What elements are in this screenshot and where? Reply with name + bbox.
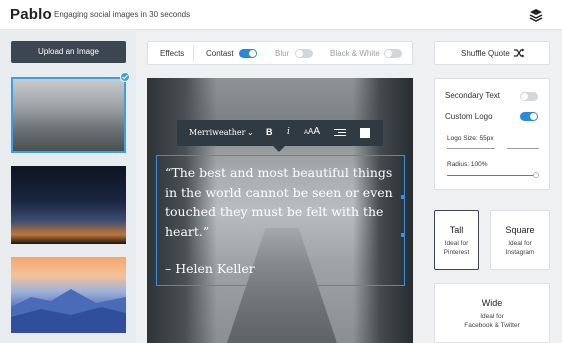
size-tall-title: Tall [449, 225, 464, 235]
logo-size-slider[interactable] [447, 148, 495, 149]
size-square-sub: Ideal for Instagram [505, 240, 535, 256]
size-tall-card[interactable]: Tall Ideal for Pinterest [434, 210, 479, 270]
black-white-toggle[interactable] [384, 49, 402, 58]
effects-toolbar: Effects Contast Blur Black & White [147, 41, 413, 65]
radius-slider-knob[interactable] [533, 172, 539, 178]
text-color-swatch[interactable] [360, 128, 370, 138]
size-wide-card[interactable]: Wide Ideal for Facebook & Twitter [434, 283, 550, 343]
app-logo[interactable]: Pablo [10, 6, 52, 23]
logo-size-label: Logo Size: 55px [447, 135, 494, 142]
divider [193, 45, 194, 61]
size-tall-sub: Ideal for Pinterest [443, 240, 470, 256]
secondary-text-label: Secondary Text [445, 91, 500, 100]
size-square-card[interactable]: Square Ideal for Instagram [490, 210, 550, 270]
align-icon[interactable] [334, 129, 346, 138]
settings-panel: Secondary Text Custom Logo Logo Size: 55… [434, 78, 550, 190]
shuffle-quote-button[interactable]: Shuffle Quote [434, 41, 550, 65]
chevron-down-icon[interactable]: ⌄ [247, 128, 254, 137]
size-wide-sub: Ideal for Facebook & Twitter [464, 313, 520, 329]
selected-check-icon [120, 72, 130, 82]
layers-icon[interactable] [529, 8, 543, 22]
thumbnail-night-sky[interactable] [11, 166, 126, 244]
font-size-button[interactable]: AAA [304, 126, 320, 137]
upload-image-button[interactable]: Upload an Image [11, 41, 126, 63]
image-sidebar: Upload an Image [0, 31, 136, 343]
shuffle-quote-label: Shuffle Quote [461, 49, 510, 58]
thumbnail-blue-mountains[interactable] [11, 257, 126, 333]
black-white-label: Black & White [330, 49, 380, 58]
bold-button[interactable]: B [266, 127, 273, 137]
blur-label: Blur [275, 49, 290, 58]
resize-handle[interactable] [401, 233, 405, 237]
quote-author[interactable]: – Helen Keller [165, 261, 255, 276]
shuffle-icon [514, 48, 524, 58]
contrast-toggle[interactable] [239, 49, 257, 58]
size-square-title: Square [505, 225, 535, 235]
font-size-large-label: A [313, 126, 321, 137]
italic-button[interactable]: i [287, 127, 290, 137]
font-select[interactable]: Merriweather [189, 128, 245, 137]
text-format-bar: Merriweather ⌄ B i AAA [177, 120, 383, 152]
size-wide-title: Wide [481, 298, 503, 308]
app-tagline: Engaging social images in 30 seconds [54, 10, 191, 19]
quote-text-box[interactable]: “The best and most beautiful things in t… [156, 155, 405, 286]
secondary-text-toggle[interactable] [520, 92, 538, 101]
app-header: Pablo Engaging social images in 30 secon… [0, 0, 562, 30]
quote-text[interactable]: “The best and most beautiful things in t… [165, 163, 401, 241]
logo-size-input[interactable] [507, 148, 539, 149]
custom-logo-toggle[interactable] [520, 112, 538, 121]
custom-logo-label: Custom Logo [445, 112, 493, 121]
radius-label: Radius: 100% [447, 161, 488, 168]
contrast-label: Contast [206, 49, 234, 58]
resize-handle[interactable] [401, 195, 405, 199]
effects-label: Effects [160, 49, 185, 58]
blur-toggle[interactable] [295, 49, 313, 58]
radius-slider[interactable] [447, 175, 535, 176]
thumbnail-foggy-canyon[interactable] [11, 77, 126, 153]
